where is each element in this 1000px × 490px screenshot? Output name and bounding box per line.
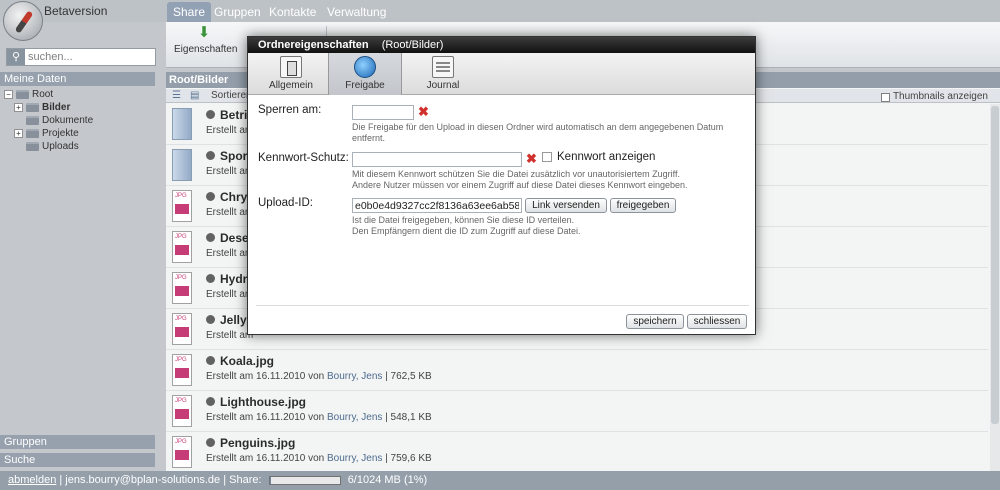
dialog-body: Sperren am: ✖ Die Freigabe für den Uploa… [248, 95, 755, 309]
show-password-checkbox[interactable] [542, 152, 552, 162]
show-password-label: Kennwort anzeigen [557, 151, 656, 163]
dialog-header: Ordnereigenschaften (Root/Bilder) [248, 37, 755, 53]
tab-freigabe[interactable]: Freigabe [328, 53, 402, 95]
dialog-subtitle: (Root/Bilder) [381, 39, 444, 51]
folder-properties-dialog: Ordnereigenschaften (Root/Bilder) Allgem… [247, 36, 756, 335]
tab-label: Allgemein [269, 80, 313, 91]
upload-id-field[interactable] [352, 198, 522, 213]
clear-date-icon[interactable]: ✖ [418, 105, 429, 118]
password-hint-2: Andere Nutzer müssen vor einem Zugriff a… [352, 180, 688, 190]
close-button[interactable]: schliessen [687, 314, 747, 329]
compass-logo-icon [3, 1, 43, 41]
tab-label: Journal [426, 80, 460, 91]
send-link-button[interactable]: Link versenden [525, 198, 607, 213]
lock-date-label: Sperren am: [258, 104, 322, 116]
share-button[interactable]: freigegeben [610, 198, 676, 213]
save-button[interactable]: speichern [626, 314, 684, 329]
lock-date-field[interactable] [352, 105, 414, 120]
dialog-footer: speichern schliessen [256, 305, 749, 334]
password-label: Kennwort-Schutz: [258, 152, 349, 164]
upload-id-hint-1: Ist die Datei freigegeben, können Sie di… [352, 215, 575, 225]
lock-date-hint: Die Freigabe für den Upload in diesen Or… [352, 122, 724, 143]
switch-icon [280, 56, 302, 78]
password-field[interactable] [352, 152, 522, 167]
dialog-tabs: Allgemein Freigabe Journal [248, 53, 755, 95]
tab-journal[interactable]: Journal [406, 53, 480, 95]
newspaper-icon [432, 56, 454, 78]
upload-id-label: Upload-ID: [258, 197, 313, 209]
tab-label: Freigabe [345, 80, 385, 91]
dialog-title: Ordnereigenschaften [258, 39, 369, 51]
password-hint-1: Mit diesem Kennwort schützen Sie die Dat… [352, 169, 680, 179]
clear-password-icon[interactable]: ✖ [526, 152, 537, 165]
show-password-toggle[interactable]: Kennwort anzeigen [542, 151, 655, 163]
upload-id-hint-2: Den Empfängern dient die ID zum Zugriff … [352, 226, 581, 236]
globe-icon [354, 56, 376, 78]
tab-allgemein[interactable]: Allgemein [254, 53, 328, 95]
